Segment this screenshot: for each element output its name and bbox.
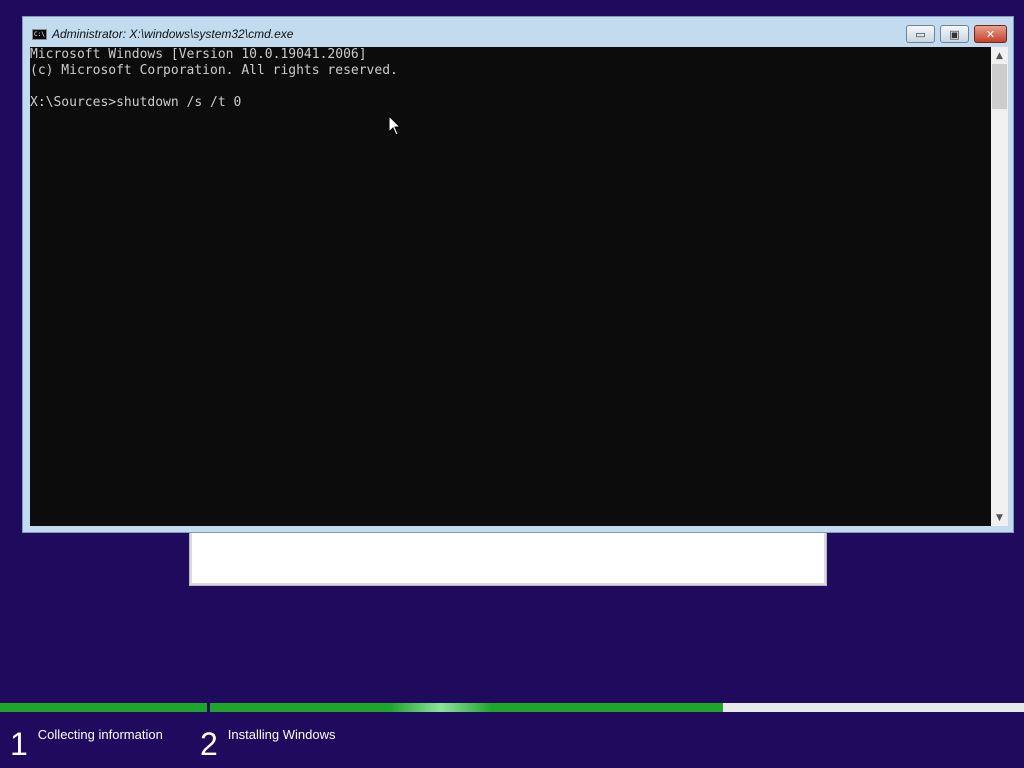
scroll-up-icon[interactable]: ▲ (991, 47, 1008, 64)
minimize-icon: ▭ (915, 27, 926, 41)
console-line: Microsoft Windows [Version 10.0.19041.20… (30, 47, 367, 62)
cmd-window: C:\ Administrator: X:\windows\system32\c… (22, 16, 1014, 533)
scroll-down-icon[interactable]: ▼ (991, 509, 1008, 526)
step-number: 2 (200, 726, 218, 762)
window-title: Administrator: X:\windows\system32\cmd.e… (52, 27, 294, 41)
console-prompt-line: X:\Sources>shutdown /s /t 0 (30, 95, 242, 110)
console-line: (c) Microsoft Corporation. All rights re… (30, 63, 398, 78)
progress-step-1-bar (0, 703, 207, 712)
step-label: Installing Windows (227, 727, 336, 742)
cmd-icon: C:\ (32, 29, 47, 40)
cmd-titlebar[interactable]: C:\ Administrator: X:\windows\system32\c… (23, 17, 1013, 47)
console-output[interactable]: Microsoft Windows [Version 10.0.19041.20… (30, 47, 991, 526)
close-button[interactable]: ✕ (974, 25, 1007, 43)
maximize-button[interactable]: ▣ (940, 25, 969, 43)
step-number: 1 (10, 726, 28, 762)
minimize-button[interactable]: ▭ (906, 25, 935, 43)
setup-step-2: 2 Installing Windows (200, 722, 335, 766)
scroll-thumb[interactable] (992, 64, 1007, 109)
close-icon: ✕ (985, 27, 996, 41)
step-label: Collecting information (37, 727, 163, 742)
vertical-scrollbar[interactable]: ▲ ▼ (991, 47, 1008, 526)
progress-step-2-bar (210, 703, 723, 712)
setup-step-1: 1 Collecting information (10, 722, 163, 766)
mouse-pointer-icon (389, 116, 401, 136)
maximize-icon: ▣ (949, 27, 960, 41)
